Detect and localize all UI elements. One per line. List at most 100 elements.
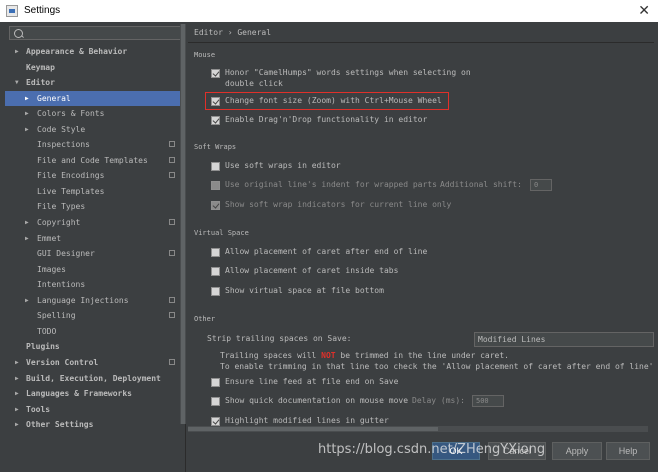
note-text: be trimmed in the line under caret.	[335, 351, 509, 360]
chevron-right-icon: ▶	[25, 126, 29, 133]
quick-doc-checkbox[interactable]	[211, 397, 220, 406]
project-settings-icon	[169, 359, 175, 365]
note-emphasis: NOT	[321, 351, 336, 360]
section-title-other: Other	[194, 315, 216, 323]
title-bar: Settings ✕	[0, 0, 658, 22]
chevron-right-icon: ▶	[15, 390, 19, 397]
tree-item-language-injections[interactable]: ▶ Language Injections	[5, 293, 185, 308]
section-title-mouse: Mouse	[194, 51, 216, 59]
tree-item-label: Code Style	[37, 125, 86, 134]
tree-item-editor[interactable]: ▼ Editor	[5, 75, 185, 90]
line-feed-checkbox[interactable]	[211, 378, 220, 387]
tree-item-label: General	[37, 94, 71, 103]
chevron-right-icon: ▶	[25, 219, 29, 226]
tree-item-label: Images	[37, 265, 66, 274]
section-title-soft-wraps: Soft Wraps	[194, 143, 237, 151]
section-title-virtual-space: Virtual Space	[194, 229, 249, 237]
tree-item-images[interactable]: Images	[5, 262, 185, 277]
soft-wrap-indicators-checkbox[interactable]	[211, 201, 220, 210]
tree-item-appearance-behavior[interactable]: ▶ Appearance & Behavior	[5, 44, 185, 59]
delay-input[interactable]: 500	[472, 395, 504, 407]
apply-button[interactable]: Apply	[552, 442, 602, 460]
tree-item-label: Appearance & Behavior	[26, 47, 128, 56]
additional-shift-input[interactable]: 0	[530, 179, 552, 191]
drag-drop-checkbox[interactable]	[211, 116, 220, 125]
tree-item-spelling[interactable]: Spelling	[5, 308, 185, 323]
option-label: Show soft wrap indicators for current li…	[225, 200, 452, 209]
tree-item-intentions[interactable]: Intentions	[5, 277, 185, 292]
option-label: Honor "CamelHumps" words settings when s…	[225, 68, 471, 77]
tree-item-tools[interactable]: ▶ Tools	[5, 402, 185, 417]
tree-item-inspections[interactable]: Inspections	[5, 137, 185, 152]
project-settings-icon	[169, 172, 175, 178]
additional-shift-label: Additional shift:	[440, 180, 522, 189]
caret-after-end-checkbox[interactable]	[211, 248, 220, 257]
tree-item-label: Colors & Fonts	[37, 109, 105, 118]
camelhumps-checkbox[interactable]	[211, 69, 220, 78]
option-label: Use soft wraps in editor	[225, 161, 341, 170]
strip-trailing-label: Strip trailing spaces on Save:	[207, 334, 352, 343]
tree-item-label: Inspections	[37, 140, 90, 149]
chevron-right-icon: ▶	[15, 421, 19, 428]
strip-trailing-select[interactable]: Modified Lines	[474, 332, 654, 347]
project-settings-icon	[169, 157, 175, 163]
tree-item-label: Editor	[26, 78, 55, 87]
tree-item-label: Other Settings	[26, 420, 94, 429]
caret-inside-tabs-checkbox[interactable]	[211, 267, 220, 276]
project-settings-icon	[169, 312, 175, 318]
tree-item-live-templates[interactable]: Live Templates	[5, 184, 185, 199]
chevron-right-icon: ▶	[25, 95, 29, 102]
chevron-right-icon: ▶	[15, 375, 19, 382]
original-indent-checkbox[interactable]	[211, 181, 220, 190]
tree-item-label: TODO	[37, 327, 57, 336]
tree-item-code-style[interactable]: ▶ Code Style	[5, 122, 185, 137]
tree-item-general[interactable]: ▶ General	[5, 91, 185, 106]
option-label: Use original line's indent for wrapped p…	[225, 180, 437, 189]
tree-item-build-execution-deployment[interactable]: ▶ Build, Execution, Deployment	[5, 371, 185, 386]
highlight-modified-checkbox[interactable]	[211, 417, 220, 426]
tree-item-label: Build, Execution, Deployment	[26, 374, 161, 383]
option-label: Allow placement of caret after end of li…	[225, 247, 428, 256]
tree-item-copyright[interactable]: ▶ Copyright	[5, 215, 185, 230]
project-settings-icon	[169, 219, 175, 225]
tree-item-file-types[interactable]: File Types	[5, 199, 185, 214]
tree-item-file-encodings[interactable]: File Encodings	[5, 168, 185, 183]
search-icon	[14, 29, 23, 38]
option-label: Ensure line feed at file end on Save	[225, 377, 399, 386]
tree-item-file-code-templates[interactable]: File and Code Templates	[5, 153, 185, 168]
tree-item-plugins[interactable]: Plugins	[5, 339, 185, 354]
option-label: double click	[225, 79, 283, 88]
search-input[interactable]	[9, 26, 181, 40]
tree-item-other-settings[interactable]: ▶ Other Settings	[5, 417, 185, 432]
option-label: Highlight modified lines in gutter	[225, 416, 389, 425]
tree-item-colors-fonts[interactable]: ▶ Colors & Fonts	[5, 106, 185, 121]
tree-item-todo[interactable]: TODO	[5, 324, 185, 339]
tree-item-label: File and Code Templates	[37, 156, 148, 165]
help-button[interactable]: Help	[606, 442, 650, 460]
tree-item-label: File Types	[37, 202, 86, 211]
tree-item-keymap[interactable]: Keymap	[5, 60, 185, 75]
close-icon[interactable]: ✕	[638, 3, 650, 17]
tree-item-label: Tools	[26, 405, 51, 414]
tree-item-emmet[interactable]: ▶ Emmet	[5, 231, 185, 246]
project-settings-icon	[169, 141, 175, 147]
sidebar-scrollbar[interactable]	[180, 24, 186, 424]
tree-item-label: Version Control	[26, 358, 99, 367]
tree-item-version-control[interactable]: ▶ Version Control	[5, 355, 185, 370]
soft-wraps-checkbox[interactable]	[211, 162, 220, 171]
chevron-right-icon: ▶	[15, 406, 19, 413]
tree-item-label: GUI Designer	[37, 249, 95, 258]
tree-item-gui-designer[interactable]: GUI Designer	[5, 246, 185, 261]
tree-item-label: Language Injections	[37, 296, 129, 305]
tree-item-label: File Encodings	[37, 171, 105, 180]
note-text: Trailing spaces will	[220, 351, 322, 360]
tree-item-label: Keymap	[26, 63, 55, 72]
breadcrumb: Editor › General	[194, 28, 272, 37]
chevron-right-icon: ▶	[15, 359, 19, 366]
virtual-space-bottom-checkbox[interactable]	[211, 287, 220, 296]
chevron-right-icon: ▶	[25, 110, 29, 117]
tree-item-label: Live Templates	[37, 187, 105, 196]
tree-item-label: Languages & Frameworks	[26, 389, 132, 398]
chevron-right-icon: ▶	[25, 235, 29, 242]
tree-item-languages-frameworks[interactable]: ▶ Languages & Frameworks	[5, 386, 185, 401]
